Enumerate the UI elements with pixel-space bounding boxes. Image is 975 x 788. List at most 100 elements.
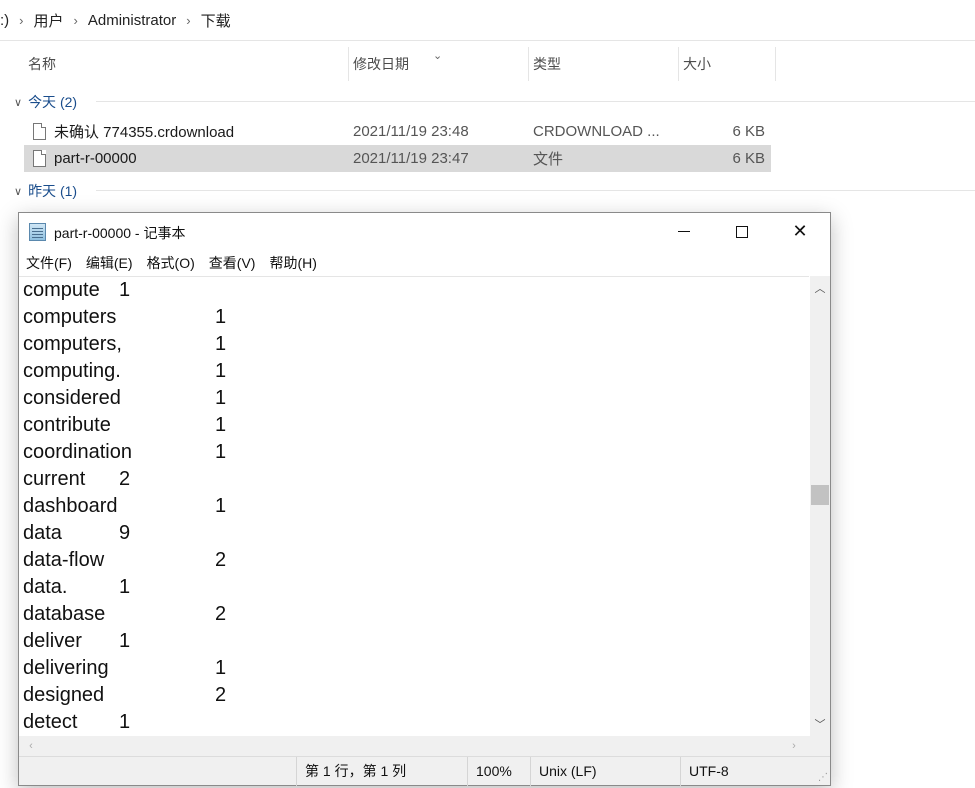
scroll-left-arrow-icon[interactable]: ‹ [21,736,41,756]
breadcrumb-administrator[interactable]: Administrator [88,12,176,29]
status-zoom: 100% [467,757,530,786]
sort-chevron-icon: ⌄ [433,50,443,62]
file-icon [33,150,46,167]
word-text: database [23,603,106,625]
group-label: 昨天 (1) [28,183,78,199]
word-text: current [23,468,86,490]
resize-grip-icon[interactable]: ⋰ [818,772,828,783]
word-text: data [23,522,62,544]
column-header-type[interactable]: 类型 [529,47,679,81]
word-text: delivering [23,657,109,679]
count-text: 1 [215,414,227,436]
word-text: coordination [23,441,132,463]
menu-edit[interactable]: 编辑(E) [79,253,140,273]
menu-view[interactable]: 查看(V) [202,253,263,273]
count-text: 2 [215,549,227,571]
count-text: 1 [215,360,227,382]
count-text: 1 [215,441,227,463]
title-bar[interactable]: part-r-00000 - 记事本 ✕ [19,213,830,250]
column-header-size[interactable]: 大小 [679,47,776,81]
notepad-icon [29,223,46,241]
count-text: 1 [215,333,227,355]
word-text: computing. [23,360,121,382]
word-text: deliver [23,630,82,652]
word-text: dashboard [23,495,118,517]
count-text: 1 [119,711,131,733]
column-size-label: 大小 [683,56,711,72]
word-text: computers [23,306,117,328]
file-type: CRDOWNLOAD ... [533,123,660,140]
chevron-down-icon: ∨ [14,185,23,198]
file-icon [33,123,46,140]
address-bar[interactable]: :) › 用户 › Administrator › 下载 [0,0,975,41]
column-headers: 名称 ⌄ 修改日期 类型 大小 [24,47,776,81]
column-type-label: 类型 [533,56,561,72]
word-text: data. [23,576,68,598]
menu-format[interactable]: 格式(O) [140,253,202,273]
count-text: 1 [215,495,227,517]
scroll-down-arrow-icon[interactable]: ﹀ [810,714,830,734]
group-header-yesterday[interactable]: ∨ 昨天 (1) [14,181,975,201]
chevron-down-icon: ∨ [14,96,23,109]
file-size: 6 KB [732,150,765,167]
status-cursor-position: 第 1 行，第 1 列 [296,757,468,786]
chevron-right-icon: › [186,12,191,28]
count-text: 1 [119,279,131,301]
scrollbar-corner [810,736,830,756]
file-row[interactable]: 未确认 774355.crdownload 2021/11/19 23:48 C… [24,118,771,145]
menu-bar: 文件(F) 编辑(E) 格式(O) 查看(V) 帮助(H) [19,250,830,276]
count-text: 1 [215,306,227,328]
count-text: 2 [119,468,131,490]
scroll-up-arrow-icon[interactable]: ︿ [810,278,830,298]
group-header-today[interactable]: ∨ 今天 (2) [14,92,975,112]
file-name: 未确认 774355.crdownload [54,124,235,141]
word-text: contribute [23,414,111,436]
column-date-label: 修改日期 [353,56,409,72]
file-size: 6 KB [732,123,765,140]
count-text: 2 [215,603,227,625]
status-bar: 第 1 行，第 1 列 100% Unix (LF) UTF-8 ⋰ [19,756,830,786]
column-header-date[interactable]: ⌄ 修改日期 [349,47,529,81]
breadcrumb-downloads[interactable]: 下载 [201,10,231,31]
vertical-scrollbar[interactable]: ︿ ﹀ [810,276,830,736]
word-text: considered [23,387,121,409]
notepad-window: part-r-00000 - 记事本 ✕ 文件(F) 编辑(E) 格式(O) 查… [18,212,831,786]
group-label: 今天 (2) [28,94,78,110]
horizontal-scrollbar[interactable]: ‹ › [19,736,810,756]
chevron-right-icon: › [19,12,24,28]
maximize-button[interactable] [713,213,771,250]
file-name: part-r-00000 [54,150,137,167]
count-text: 1 [119,576,131,598]
file-date: 2021/11/19 23:47 [353,150,469,167]
group-divider [96,190,975,191]
chevron-right-icon: › [73,12,78,28]
word-text: designed [23,684,105,706]
close-icon: ✕ [792,221,808,241]
minimize-icon [678,230,690,233]
word-text: detect [23,711,78,733]
status-encoding: UTF-8 [680,757,830,786]
scroll-thumb[interactable] [811,485,829,505]
count-text: 2 [215,684,227,706]
text-editor-area[interactable]: compute 1 computers 1 computers, 1 computing. 1… [19,276,809,736]
file-row-selected[interactable]: part-r-00000 2021/11/19 23:47 文件 6 KB [24,145,771,172]
count-text: 1 [215,387,227,409]
maximize-icon [736,225,748,238]
status-line-ending: Unix (LF) [530,757,680,786]
column-header-name[interactable]: 名称 [24,47,349,81]
menu-file[interactable]: 文件(F) [19,253,79,273]
count-text: 1 [215,657,227,679]
scroll-right-arrow-icon[interactable]: › [784,736,804,756]
column-name-label: 名称 [28,56,56,72]
file-date: 2021/11/19 23:48 [353,123,469,140]
menu-help[interactable]: 帮助(H) [262,253,323,273]
word-text: compute [23,279,100,301]
word-text: data-flow [23,549,105,571]
window-title: part-r-00000 - 记事本 [54,225,186,241]
count-text: 1 [119,630,131,652]
breadcrumb-drive[interactable]: :) [0,12,9,29]
close-button[interactable]: ✕ [771,213,829,250]
word-text: computers, [23,333,122,355]
breadcrumb-users[interactable]: 用户 [34,10,64,31]
minimize-button[interactable] [655,213,713,250]
